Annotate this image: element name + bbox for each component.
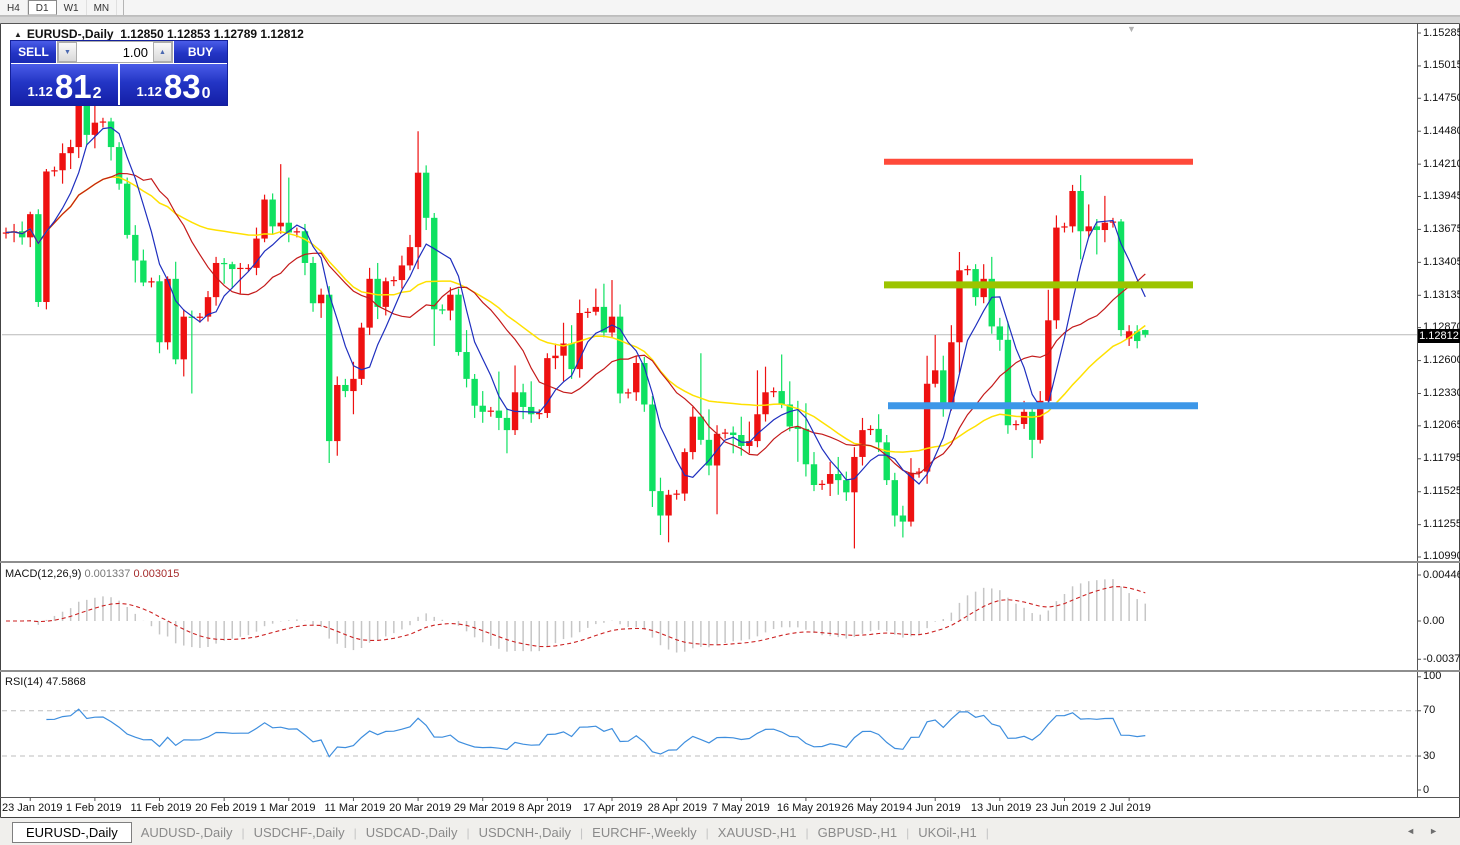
timeframe-button-mn[interactable]: MN xyxy=(87,0,118,15)
tab-scroll-left-button[interactable]: ◄ xyxy=(1406,826,1429,836)
volume-decrease-button[interactable]: ▼ xyxy=(58,42,77,62)
macd-signal-value: 0.003015 xyxy=(133,568,179,580)
macd-signal-line xyxy=(6,587,1145,647)
chevron-up-icon: ▲ xyxy=(159,49,166,56)
chart-window: ▲ EURUSD-,Daily 1.12850 1.12853 1.12789 1… xyxy=(0,23,1460,818)
timeframe-button-h4[interactable]: H4 xyxy=(0,0,28,15)
axis-tick-marks xyxy=(30,33,1421,801)
buy-price-sup: 0 xyxy=(202,86,211,102)
chart-frame-lines xyxy=(0,24,1460,818)
date-axis[interactable] xyxy=(0,798,1417,817)
chart-tab-ukoil-h1[interactable]: UKOil-,H1 xyxy=(909,823,986,842)
one-click-trading-widget: SELL ▼ ▲ BUY 1.12812 1.12830 xyxy=(10,40,228,106)
rsi-indicator-label: RSI(14) 47.5868 xyxy=(5,676,86,688)
sell-price-sup: 2 xyxy=(93,86,102,102)
chart-shift-marker-icon[interactable]: ▼ xyxy=(1127,24,1136,34)
buy-price-display[interactable]: 1.12830 xyxy=(120,64,227,105)
volume-field-group: ▼ ▲ xyxy=(57,41,173,63)
chart-tab-usdcad-daily[interactable]: USDCAD-,Daily xyxy=(357,823,467,842)
chart-symbol-title: EURUSD-,Daily xyxy=(27,27,114,41)
chart-tab-bar: EURUSD-,DailyAUDUSD-,Daily | USDCHF-,Daily… xyxy=(0,820,1460,845)
sell-price-big: 81 xyxy=(55,72,92,102)
sell-price-prefix: 1.12 xyxy=(28,82,53,102)
macd-indicator-label: MACD(12,26,9) 0.001337 0.003015 xyxy=(5,568,179,580)
chart-tab-gbpusd-h1[interactable]: GBPUSD-,H1 xyxy=(809,823,906,842)
chart-tab-eurchf-weekly[interactable]: EURCHF-,Weekly xyxy=(583,823,706,842)
buy-price-prefix: 1.12 xyxy=(137,82,162,102)
rsi-value: 47.5868 xyxy=(46,676,86,688)
chart-tab-xauusd-h1[interactable]: XAUUSD-,H1 xyxy=(709,823,806,842)
chart-tab-usdchf-daily[interactable]: USDCHF-,Daily xyxy=(245,823,354,842)
tab-scroll-arrows: ◄► xyxy=(1406,826,1452,836)
macd-main-value: 0.001337 xyxy=(84,568,130,580)
chart-plot-area[interactable] xyxy=(0,23,1460,818)
candlesticks-layer xyxy=(3,68,1149,549)
tab-scroll-right-button[interactable]: ► xyxy=(1429,826,1452,836)
volume-increase-button[interactable]: ▲ xyxy=(153,42,172,62)
current-price-tag: 1.12812 xyxy=(1418,329,1460,343)
chart-tab-eurusd-daily[interactable]: EURUSD-,Daily xyxy=(12,822,132,843)
chart-ohlc-values: 1.12850 1.12853 1.12789 1.12812 xyxy=(120,27,304,41)
sell-button[interactable]: SELL xyxy=(11,41,57,63)
toolbar-separator xyxy=(123,0,124,15)
timeframe-toolbar: H4D1W1MN xyxy=(0,0,1460,16)
buy-button[interactable]: BUY xyxy=(173,41,227,63)
metatrader-screen: H4D1W1MN ▲ EURUSD-,Daily 1.12850 1.12853 … xyxy=(0,0,1460,845)
sell-price-display[interactable]: 1.12812 xyxy=(11,64,120,105)
buy-price-big: 83 xyxy=(164,72,201,102)
volume-input[interactable] xyxy=(77,42,153,62)
chevron-down-icon: ▼ xyxy=(64,49,71,56)
price-axis[interactable] xyxy=(1418,24,1460,797)
rsi-line xyxy=(46,709,1145,757)
chart-tab-usdcnh-daily[interactable]: USDCNH-,Daily xyxy=(470,823,580,842)
timeframe-button-w1[interactable]: W1 xyxy=(57,0,87,15)
tab-separator: | xyxy=(986,826,989,840)
chart-tab-audusd-daily[interactable]: AUDUSD-,Daily xyxy=(132,823,242,842)
timeframe-button-d1[interactable]: D1 xyxy=(28,0,57,15)
chart-header: ▲ EURUSD-,Daily 1.12850 1.12853 1.12789 1… xyxy=(14,27,304,41)
collapse-triangle-icon[interactable]: ▲ xyxy=(14,30,22,39)
